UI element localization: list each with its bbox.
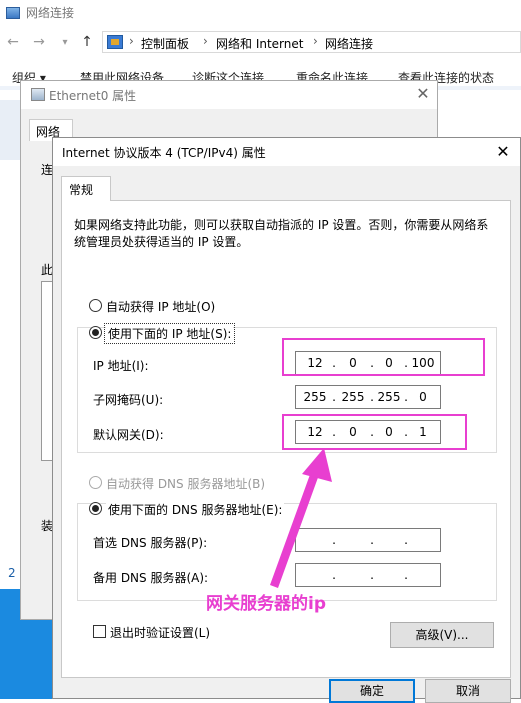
advanced-button-label: 高级(V)... bbox=[415, 628, 469, 642]
manual-ip-label[interactable]: 使用下面的 IP 地址(S): bbox=[103, 323, 236, 344]
default-gateway-label: 默认网关(D): bbox=[93, 428, 164, 442]
ok-button[interactable]: 确定 bbox=[329, 679, 415, 703]
tab-general-label: 常规 bbox=[69, 183, 94, 197]
mask-octet-2: 255 bbox=[341, 390, 365, 404]
validate-on-exit-label[interactable]: 退出时验证设置(L) bbox=[110, 624, 210, 641]
ip-address-highlight-box bbox=[282, 338, 485, 376]
chevron-right-icon[interactable]: › bbox=[129, 34, 134, 48]
mask-octet-1: 255 bbox=[303, 390, 327, 404]
mask-octet-4: 0 bbox=[419, 390, 427, 404]
control-panel-icon bbox=[107, 35, 123, 49]
breadcrumb-network-internet[interactable]: 网络和 Internet bbox=[216, 35, 303, 52]
cancel-button[interactable]: 取消 bbox=[425, 679, 511, 703]
cancel-button-label: 取消 bbox=[455, 684, 480, 698]
annotation-label: 网关服务器的ip bbox=[206, 594, 326, 614]
octet-dot: . bbox=[404, 533, 408, 547]
ip-address-label: IP 地址(I): bbox=[93, 359, 149, 373]
explorer-side-strip bbox=[0, 100, 20, 160]
arrow-shaft bbox=[270, 469, 320, 588]
ipv4-titlebar: Internet 协议版本 4 (TCP/IPv4) 属性 ✕ bbox=[53, 138, 520, 166]
auto-ip-radio[interactable] bbox=[89, 299, 102, 312]
status-count: 2 bbox=[8, 566, 16, 580]
ok-button-label: 确定 bbox=[359, 684, 384, 698]
explorer-titlebar: 网络连接 bbox=[0, 0, 521, 28]
tab-general[interactable]: 常规 bbox=[61, 176, 111, 201]
forward-arrow-icon[interactable]: → bbox=[30, 34, 48, 50]
validate-on-exit-checkbox[interactable] bbox=[93, 625, 106, 638]
close-icon[interactable]: ✕ bbox=[413, 84, 433, 104]
subnet-mask-label: 子网掩码(U): bbox=[93, 393, 164, 407]
ethernet-title: Ethernet0 属性 bbox=[49, 89, 137, 103]
network-folder-icon bbox=[6, 7, 20, 19]
up-arrow-icon[interactable]: ↑ bbox=[78, 34, 96, 50]
chevron-right-icon[interactable]: › bbox=[203, 34, 208, 48]
breadcrumb-network-connections[interactable]: 网络连接 bbox=[325, 35, 373, 52]
address-bar[interactable]: › 控制面板 › 网络和 Internet › 网络连接 bbox=[102, 31, 521, 53]
description-text: 如果网络支持此功能，则可以获取自动指派的 IP 设置。否则，你需要从网络系统管理… bbox=[74, 218, 489, 249]
arrow-head bbox=[302, 448, 332, 482]
manual-ip-radio[interactable] bbox=[89, 326, 102, 339]
manual-dns-radio[interactable] bbox=[89, 502, 102, 515]
dialog-title: Internet 协议版本 4 (TCP/IPv4) 属性 bbox=[62, 146, 266, 160]
subnet-mask-field[interactable]: 255 . 255 . 255 . 0 bbox=[295, 385, 441, 409]
ethernet-titlebar: Ethernet0 属性 ✕ bbox=[21, 81, 437, 109]
network-adapter-icon bbox=[31, 88, 45, 101]
octet-dot: . bbox=[370, 533, 374, 547]
octet-dot: . bbox=[370, 568, 374, 582]
back-arrow-icon[interactable]: ← bbox=[4, 34, 22, 50]
auto-ip-label[interactable]: 自动获得 IP 地址(O) bbox=[106, 298, 215, 315]
recent-chevron-icon[interactable]: ▾ bbox=[56, 37, 74, 48]
close-icon[interactable]: ✕ bbox=[493, 142, 513, 162]
advanced-button[interactable]: 高级(V)... bbox=[390, 622, 494, 648]
alternate-dns-label: 备用 DNS 服务器(A): bbox=[93, 571, 209, 585]
mask-octet-3: 255 bbox=[377, 390, 401, 404]
explorer-nav-bar: ← → ▾ ↑ › 控制面板 › 网络和 Internet › 网络连接 bbox=[0, 28, 521, 56]
auto-dns-radio[interactable] bbox=[89, 476, 102, 489]
explorer-title: 网络连接 bbox=[26, 6, 75, 20]
auto-dns-label[interactable]: 自动获得 DNS 服务器地址(B) bbox=[106, 475, 265, 492]
octet-dot: . bbox=[332, 390, 336, 404]
octet-dot: . bbox=[404, 568, 408, 582]
chevron-right-icon[interactable]: › bbox=[313, 34, 318, 48]
breadcrumb-control-panel[interactable]: 控制面板 bbox=[141, 35, 189, 52]
annotation-arrow bbox=[270, 448, 332, 588]
preferred-dns-label: 首选 DNS 服务器(P): bbox=[93, 536, 208, 550]
